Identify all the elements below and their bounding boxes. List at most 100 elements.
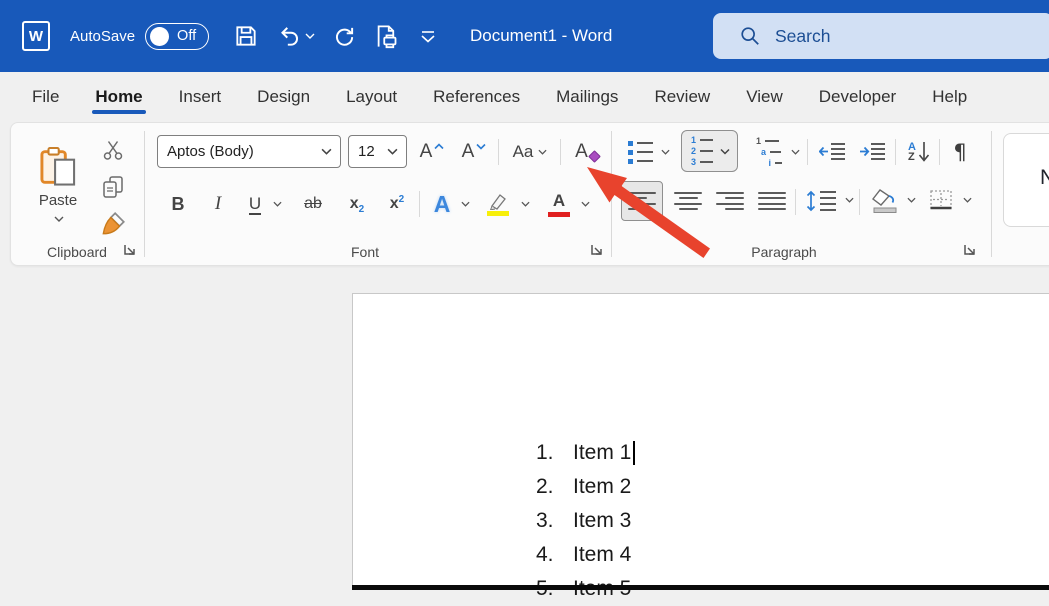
tab-developer[interactable]: Developer [805, 76, 911, 118]
list-item[interactable]: 1. Item 1 [536, 436, 635, 470]
align-left-button-active[interactable] [621, 181, 663, 221]
decrease-indent-button[interactable] [815, 137, 851, 167]
copy-icon [102, 175, 124, 199]
bullets-dropdown[interactable] [661, 149, 670, 155]
numbering-button-active[interactable]: 1 2 3 [681, 130, 738, 172]
clipboard-dialog-launcher[interactable] [123, 243, 138, 258]
dialog-launcher-icon [123, 243, 137, 257]
multilevel-list-button[interactable]: 1 a i [749, 137, 787, 167]
chevron-down-icon [461, 201, 470, 207]
style-normal-preview[interactable]: N [1003, 133, 1049, 227]
shading-dropdown[interactable] [907, 197, 916, 203]
search-box[interactable]: Search [713, 13, 1049, 59]
ribbon-tab-bar: File Home Insert Design Layout Reference… [0, 72, 1049, 122]
sort-button[interactable]: A Z [901, 136, 937, 168]
underline-dropdown[interactable] [273, 201, 282, 207]
paste-button[interactable]: Paste [25, 129, 91, 237]
screenshot-bottom-edge [352, 585, 1049, 590]
save-button[interactable] [233, 23, 259, 49]
undo-dropdown[interactable] [305, 33, 315, 40]
list-item[interactable]: 3. Item 3 [536, 504, 635, 538]
bold-button[interactable]: B [161, 187, 195, 221]
strikethrough-button[interactable]: ab [293, 187, 333, 221]
change-case-button[interactable]: Aa [504, 135, 556, 169]
chevron-down-icon [538, 149, 547, 155]
shading-button[interactable] [865, 182, 905, 220]
font-dialog-launcher[interactable] [590, 243, 605, 258]
tab-references[interactable]: References [419, 76, 534, 118]
chevron-up-icon [434, 143, 444, 150]
autosave-toggle[interactable]: Off [145, 23, 209, 50]
highlight-color-button[interactable] [479, 185, 517, 223]
borders-icon [928, 189, 954, 213]
undo-button[interactable] [277, 23, 303, 49]
tab-layout[interactable]: Layout [332, 76, 411, 118]
undo-icon [277, 23, 303, 49]
italic-button[interactable]: I [201, 187, 235, 221]
text-effects-button[interactable]: A [425, 187, 459, 221]
format-painter-button[interactable] [95, 207, 131, 241]
tab-help[interactable]: Help [918, 76, 981, 118]
justify-button[interactable] [753, 184, 791, 218]
font-name-combo[interactable]: Aptos (Body) [157, 135, 341, 168]
list-item[interactable]: 2. Item 2 [536, 470, 635, 504]
divider [419, 191, 420, 217]
text-effects-letter: A [434, 191, 451, 218]
line-spacing-dropdown[interactable] [845, 197, 854, 203]
tab-review[interactable]: Review [640, 76, 724, 118]
print-preview-button[interactable] [373, 23, 400, 50]
paragraph-group-label: Paragraph [734, 244, 834, 260]
tab-home[interactable]: Home [81, 76, 156, 118]
tab-mailings[interactable]: Mailings [542, 76, 632, 118]
superscript-base: x [390, 195, 399, 213]
tab-design[interactable]: Design [243, 76, 324, 118]
paragraph-dialog-launcher[interactable] [963, 243, 978, 258]
line-spacing-button[interactable] [801, 183, 843, 219]
divider [895, 139, 896, 165]
chevron-down-icon [791, 149, 800, 155]
redo-button[interactable] [331, 23, 357, 49]
numbered-list[interactable]: 1. Item 1 2. Item 2 3. Item 3 4. Item 4 … [536, 436, 635, 606]
text-effects-dropdown[interactable] [461, 201, 470, 207]
shrink-font-button[interactable]: A [455, 135, 493, 169]
format-painter-brush-icon [99, 210, 127, 238]
font-color-dropdown[interactable] [581, 201, 590, 207]
underline-button[interactable]: U [239, 187, 271, 221]
word-logo-letter: W [29, 28, 43, 45]
document-page[interactable] [352, 293, 1049, 590]
cut-button[interactable] [97, 135, 129, 165]
list-item[interactable]: 4. Item 4 [536, 538, 635, 572]
customize-quick-access-button[interactable] [420, 30, 436, 43]
show-formatting-marks-button[interactable]: ¶ [945, 136, 975, 168]
bullets-button[interactable] [623, 137, 657, 167]
arrow-down-icon [918, 140, 930, 164]
tab-insert[interactable]: Insert [165, 76, 236, 118]
align-center-button[interactable] [669, 184, 707, 218]
clipboard-group-label: Clipboard [36, 244, 118, 260]
borders-dropdown[interactable] [963, 197, 972, 203]
tab-file[interactable]: File [18, 76, 73, 118]
subscript-button[interactable]: x 2 [339, 187, 375, 221]
grow-font-button[interactable]: A [413, 135, 451, 169]
increase-indent-button[interactable] [855, 137, 891, 167]
borders-button[interactable] [921, 183, 961, 219]
scissors-icon [102, 139, 124, 161]
divider [807, 139, 808, 165]
change-case-letters: Aa [513, 142, 534, 162]
highlight-color-dropdown[interactable] [521, 201, 530, 207]
chevron-down-icon [907, 197, 916, 203]
font-size-combo[interactable]: 12 [348, 135, 407, 168]
chevron-down-icon [321, 148, 332, 155]
copy-button[interactable] [97, 171, 129, 203]
tab-view[interactable]: View [732, 76, 797, 118]
font-color-button[interactable]: A [541, 185, 577, 223]
group-divider [611, 131, 612, 257]
superscript-button[interactable]: x 2 [379, 187, 415, 221]
multilevel-list-dropdown[interactable] [791, 149, 800, 155]
word-logo-icon[interactable]: W [22, 21, 50, 51]
font-size-value: 12 [358, 143, 387, 160]
align-right-button[interactable] [711, 184, 749, 218]
paint-bucket-icon [871, 188, 899, 214]
highlight-color-bar [487, 211, 509, 216]
clear-formatting-button[interactable]: A [566, 135, 608, 169]
